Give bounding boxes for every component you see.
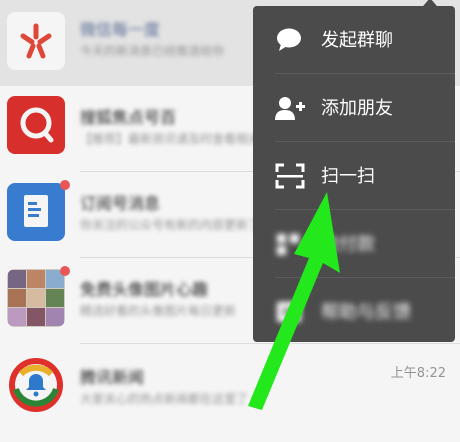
chat-name: 微信每一度 [80,20,161,39]
red-flower-logo-icon [7,12,65,70]
chat-row[interactable]: 腾讯新闻 大家关心的热点新闻都在这里了 上午8:22 [0,344,460,442]
chat-preview: 精选好看的头像图片每日更新 [80,304,237,318]
scan-icon [275,163,305,189]
chat-name: 免费头像图片心趣 [80,280,209,299]
chat-bubble-icon [275,27,305,53]
menu-item-label: 添加朋友 [321,98,393,119]
menu-item-help-feedback[interactable]: 帮助与反馈 [253,278,455,342]
chat-preview: 大家关心的热点新闻都在这里了 [80,392,249,406]
menu-item-label: 收付款 [321,234,375,255]
menu-item-payment[interactable]: 收付款 [253,210,455,277]
menu-item-label: 帮助与反馈 [321,302,411,323]
menu-pointer [418,0,442,12]
tencent-news-logo-icon [7,356,65,414]
menu-item-start-group-chat[interactable]: 发起群聊 [253,6,455,73]
add-friend-icon [275,95,305,121]
chat-name: 订阅号消息 [80,194,161,213]
blue-document-icon [7,183,65,241]
unread-badge [60,266,70,276]
chat-preview: 你关注的公众号有新的内容更新了 [80,218,261,232]
menu-item-scan[interactable]: 扫一扫 [253,142,455,209]
chat-name: 搜狐焦点号百 [80,108,177,127]
photo-grid-avatar [7,269,65,327]
chat-time: 上午8:22 [390,366,446,381]
menu-item-label: 扫一扫 [321,166,375,187]
red-search-logo-icon [7,96,65,154]
chat-name: 腾讯新闻 [80,368,145,387]
menu-item-add-friend[interactable]: 添加朋友 [253,74,455,141]
chat-preview: 今天的新消息已经推送给你 [80,44,225,58]
payment-icon [275,231,305,257]
help-feedback-icon [275,299,305,325]
menu-item-label: 发起群聊 [321,30,393,51]
popup-menu: 发起群聊 添加朋友 扫一扫 收付款 帮助与反馈 [253,6,455,342]
unread-badge [60,180,70,190]
